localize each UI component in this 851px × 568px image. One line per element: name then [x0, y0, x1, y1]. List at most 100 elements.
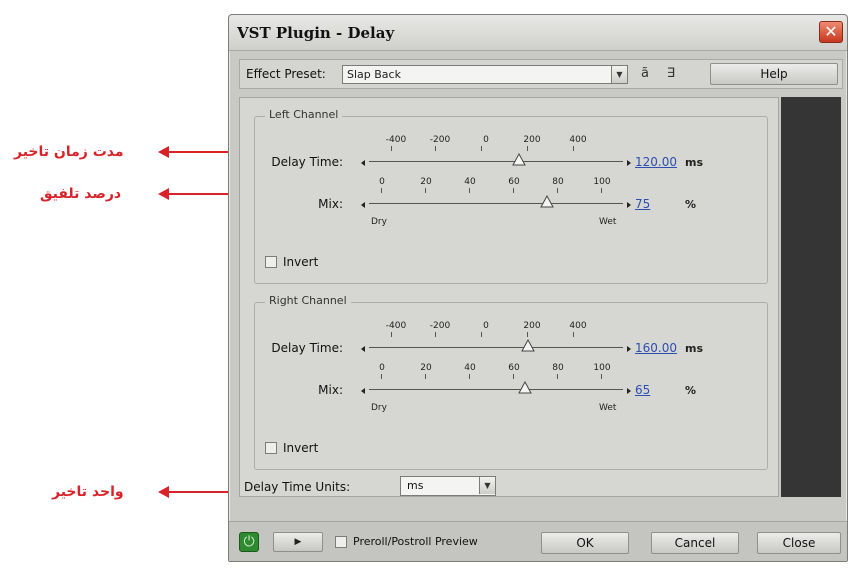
tick: [469, 374, 470, 379]
slider-thumb[interactable]: [518, 381, 532, 395]
increment-icon[interactable]: [627, 388, 631, 394]
delete-preset-icon[interactable]: ∃: [664, 66, 678, 82]
close-button[interactable]: Close: [757, 532, 841, 554]
delay-slider-track[interactable]: [369, 161, 623, 162]
tick-label: 20: [420, 363, 432, 373]
tick: [425, 188, 426, 193]
annotation-units: واحد تاخیر: [52, 484, 124, 500]
annotation-delay-time: مدت زمان تاخیر: [14, 144, 124, 160]
close-window-button[interactable]: ✕: [819, 21, 843, 43]
cancel-button[interactable]: Cancel: [651, 532, 739, 554]
delay-time-label: Delay Time:: [271, 155, 343, 169]
power-icon[interactable]: ⏻: [239, 532, 259, 552]
preview-checkbox[interactable]: [335, 536, 347, 548]
chevron-down-icon[interactable]: ▼: [611, 66, 627, 83]
tick: [425, 374, 426, 379]
tick-label: -400: [385, 135, 407, 145]
preset-toolbar: Effect Preset: Slap Back ▼ ã ∃ Help: [239, 59, 843, 89]
tick: [381, 188, 382, 193]
increment-icon[interactable]: [627, 160, 631, 166]
delay-time-units-dropdown[interactable]: ms ▼: [400, 476, 496, 496]
tick-label: 200: [523, 135, 541, 145]
play-button[interactable]: ▶: [273, 532, 323, 552]
group-title: Left Channel: [265, 108, 343, 121]
units-value: ms: [407, 479, 424, 492]
vst-delay-dialog: VST Plugin - Delay ✕ Effect Preset: Slap…: [228, 14, 848, 562]
wet-label: Wet: [599, 403, 617, 413]
decrement-icon[interactable]: [361, 346, 365, 352]
delay-time-value[interactable]: 120.00: [635, 155, 677, 169]
decrement-icon[interactable]: [361, 202, 365, 208]
preview-label: Preroll/Postroll Preview: [353, 535, 478, 548]
preset-value: Slap Back: [347, 68, 401, 81]
ok-button[interactable]: OK: [541, 532, 629, 554]
left-channel-group: Left Channel Delay Time: -400 -200 0 200…: [254, 108, 768, 284]
mix-value[interactable]: 65: [635, 383, 650, 397]
bottom-toolbar: ⏻ ▶ Preroll/Postroll Preview OK Cancel C…: [229, 521, 847, 561]
tick-label: 80: [552, 363, 564, 373]
tick-label: -200: [429, 135, 451, 145]
tick-label: -400: [385, 321, 407, 331]
tick: [513, 374, 514, 379]
help-button[interactable]: Help: [710, 63, 838, 85]
tick-label: 60: [508, 363, 520, 373]
right-channel-group: Right Channel Delay Time: -400 -200 0 20…: [254, 294, 768, 470]
decrement-icon[interactable]: [361, 388, 365, 394]
tick: [527, 332, 528, 337]
increment-icon[interactable]: [627, 202, 631, 208]
tick: [435, 146, 436, 151]
dry-label: Dry: [371, 217, 387, 227]
tick: [481, 146, 482, 151]
tick-label: 60: [508, 177, 520, 187]
tick: [557, 188, 558, 193]
tick: [527, 146, 528, 151]
tick: [435, 332, 436, 337]
tick: [481, 332, 482, 337]
tick-label: 40: [464, 363, 476, 373]
mix-label: Mix:: [318, 197, 343, 211]
delay-slider-track[interactable]: [369, 347, 623, 348]
mix-slider-track[interactable]: [369, 389, 623, 390]
mix-unit: %: [685, 384, 697, 397]
dialog-title: VST Plugin - Delay: [237, 24, 395, 42]
mix-value[interactable]: 75: [635, 197, 650, 211]
delay-time-value[interactable]: 160.00: [635, 341, 677, 355]
tick-label: 0: [379, 363, 385, 373]
invert-checkbox[interactable]: [265, 442, 277, 454]
tick: [573, 146, 574, 151]
invert-checkbox[interactable]: [265, 256, 277, 268]
mix-unit: %: [685, 198, 697, 211]
tick-label: 40: [464, 177, 476, 187]
tick-label: 0: [379, 177, 385, 187]
tick: [601, 374, 602, 379]
slider-thumb[interactable]: [521, 339, 535, 353]
increment-icon[interactable]: [627, 346, 631, 352]
tick: [513, 188, 514, 193]
delay-time-units-label: Delay Time Units:: [244, 480, 351, 494]
slider-thumb[interactable]: [540, 195, 554, 209]
group-title: Right Channel: [265, 294, 351, 307]
tick: [391, 146, 392, 151]
decrement-icon[interactable]: [361, 160, 365, 166]
tick: [469, 188, 470, 193]
tick-label: 20: [420, 177, 432, 187]
tick-label: 200: [523, 321, 541, 331]
delay-time-unit: ms: [685, 342, 704, 355]
chevron-down-icon[interactable]: ▼: [479, 477, 495, 494]
delay-time-label: Delay Time:: [271, 341, 343, 355]
tick-label: 0: [483, 135, 489, 145]
invert-label: Invert: [283, 255, 319, 269]
tick-label: 400: [569, 135, 587, 145]
title-bar[interactable]: VST Plugin - Delay ✕: [229, 15, 847, 51]
mix-label: Mix:: [318, 383, 343, 397]
main-panel: Left Channel Delay Time: -400 -200 0 200…: [239, 97, 779, 497]
preset-label: Effect Preset:: [246, 67, 326, 81]
invert-label: Invert: [283, 441, 319, 455]
tick: [573, 332, 574, 337]
slider-thumb[interactable]: [512, 153, 526, 167]
mix-slider-track[interactable]: [369, 203, 623, 204]
tick-label: 400: [569, 321, 587, 331]
preset-dropdown[interactable]: Slap Back ▼: [342, 65, 628, 84]
tick-label: 0: [483, 321, 489, 331]
save-preset-icon[interactable]: ã: [638, 66, 652, 82]
